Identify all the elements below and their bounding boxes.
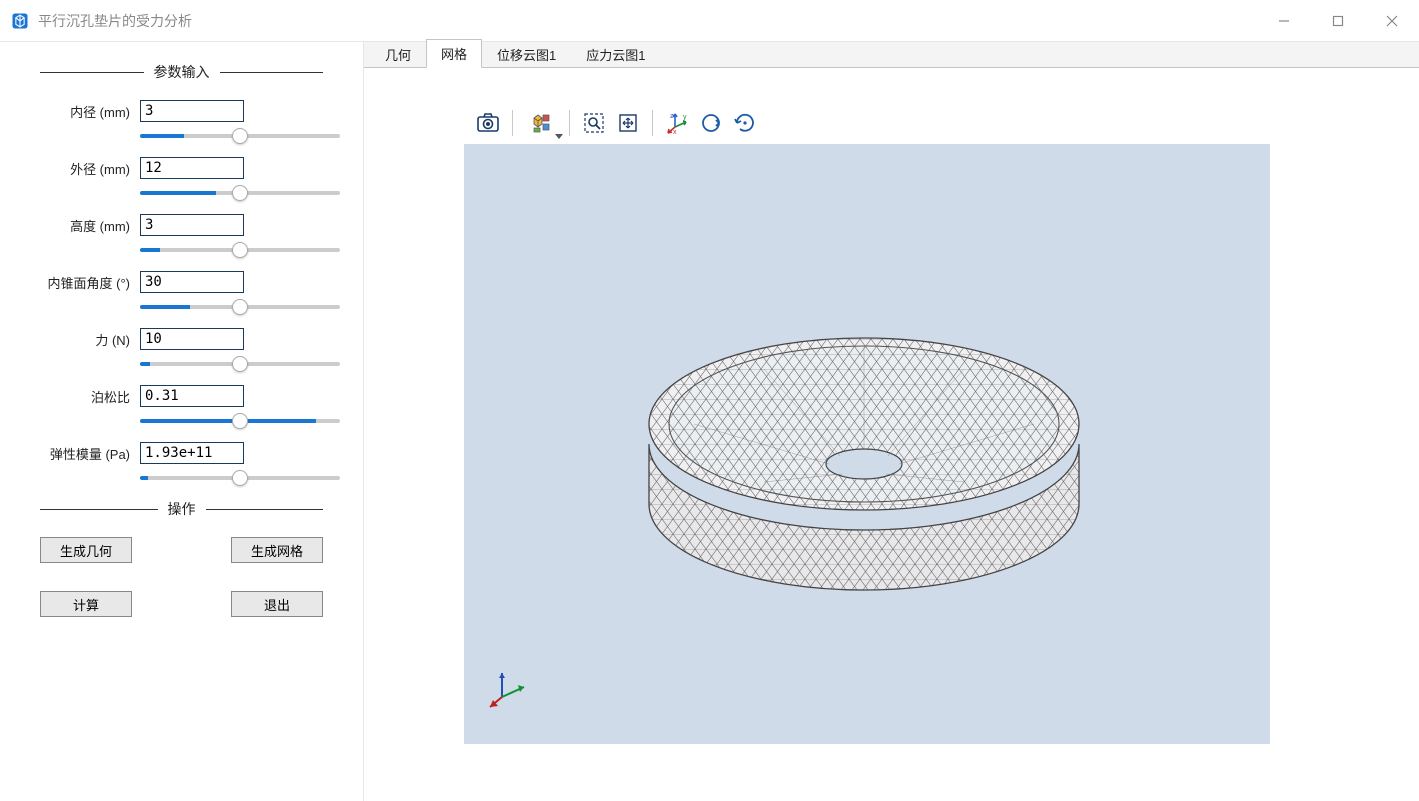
param-label: 内锥面角度 (°) (40, 273, 140, 292)
compute-button[interactable]: 计算 (40, 591, 132, 617)
reset-rotation-button[interactable] (729, 108, 761, 138)
toolbar-separator (569, 110, 570, 136)
param-label: 力 (N) (40, 330, 140, 349)
viewport-3d[interactable] (464, 144, 1270, 744)
inner-diameter-input[interactable] (140, 100, 244, 122)
generate-geometry-button[interactable]: 生成几何 (40, 537, 132, 563)
chevron-down-icon (555, 134, 563, 139)
inner-diameter-slider[interactable] (140, 134, 340, 138)
param-label: 高度 (mm) (40, 216, 140, 235)
param-row-youngs-modulus: 弹性模量 (Pa) (40, 442, 323, 464)
tab-mesh[interactable]: 网格 (426, 39, 482, 68)
axis-triad-icon (486, 665, 532, 714)
param-row-poisson: 泊松比 (40, 385, 323, 407)
view-presets-button[interactable] (521, 108, 561, 138)
tab-bar: 几何 网格 位移云图1 应力云图1 (364, 42, 1419, 68)
exit-button[interactable]: 退出 (231, 591, 323, 617)
param-row-inner-diameter: 内径 (mm) (40, 100, 323, 122)
cone-angle-slider[interactable] (140, 305, 340, 309)
rotate-view-button[interactable] (695, 108, 727, 138)
mesh-render (464, 144, 1270, 744)
toolbar-separator (512, 110, 513, 136)
youngs-modulus-input[interactable] (140, 442, 244, 464)
tab-geometry[interactable]: 几何 (370, 40, 426, 68)
param-row-outer-diameter: 外径 (mm) (40, 157, 323, 179)
section-header-params: 参数输入 (40, 62, 323, 82)
svg-text:z: z (670, 113, 674, 120)
param-row-height: 高度 (mm) (40, 214, 323, 236)
param-row-cone-angle: 内锥面角度 (°) (40, 271, 323, 293)
window-controls (1257, 0, 1419, 42)
screenshot-button[interactable] (472, 108, 504, 138)
height-slider[interactable] (140, 248, 340, 252)
poisson-slider[interactable] (140, 419, 340, 423)
zoom-extents-button[interactable] (612, 108, 644, 138)
cone-angle-input[interactable] (140, 271, 244, 293)
section-title-params: 参数输入 (144, 62, 220, 82)
force-slider[interactable] (140, 362, 340, 366)
close-button[interactable] (1365, 0, 1419, 42)
section-title-ops: 操作 (158, 499, 206, 519)
param-label: 外径 (mm) (40, 159, 140, 178)
youngs-modulus-slider[interactable] (140, 476, 340, 480)
sidebar: 参数输入 内径 (mm) 外径 (mm) 高度 (mm) 内锥面角度 (°) (0, 42, 364, 801)
tab-displacement-contour[interactable]: 位移云图1 (482, 40, 571, 68)
generate-mesh-button[interactable]: 生成网格 (231, 537, 323, 563)
app-icon (10, 11, 30, 31)
param-row-force: 力 (N) (40, 328, 323, 350)
outer-diameter-slider[interactable] (140, 191, 340, 195)
height-input[interactable] (140, 214, 244, 236)
section-header-ops: 操作 (40, 499, 323, 519)
param-label: 泊松比 (40, 387, 140, 406)
param-label: 内径 (mm) (40, 102, 140, 121)
svg-text:y: y (683, 114, 687, 121)
title-bar: 平行沉孔垫片的受力分析 (0, 0, 1419, 42)
force-input[interactable] (140, 328, 244, 350)
param-label: 弹性模量 (Pa) (40, 444, 140, 463)
maximize-button[interactable] (1311, 0, 1365, 42)
viewport-toolbar: z y x (464, 102, 1270, 144)
svg-text:x: x (673, 129, 677, 135)
tab-stress-contour[interactable]: 应力云图1 (571, 40, 660, 68)
poisson-input[interactable] (140, 385, 244, 407)
outer-diameter-input[interactable] (140, 157, 244, 179)
zoom-box-button[interactable] (578, 108, 610, 138)
main-area: 几何 网格 位移云图1 应力云图1 (364, 42, 1419, 801)
minimize-button[interactable] (1257, 0, 1311, 42)
window-title: 平行沉孔垫片的受力分析 (38, 11, 192, 31)
axes-toggle-button[interactable]: z y x (661, 108, 693, 138)
toolbar-separator (652, 110, 653, 136)
